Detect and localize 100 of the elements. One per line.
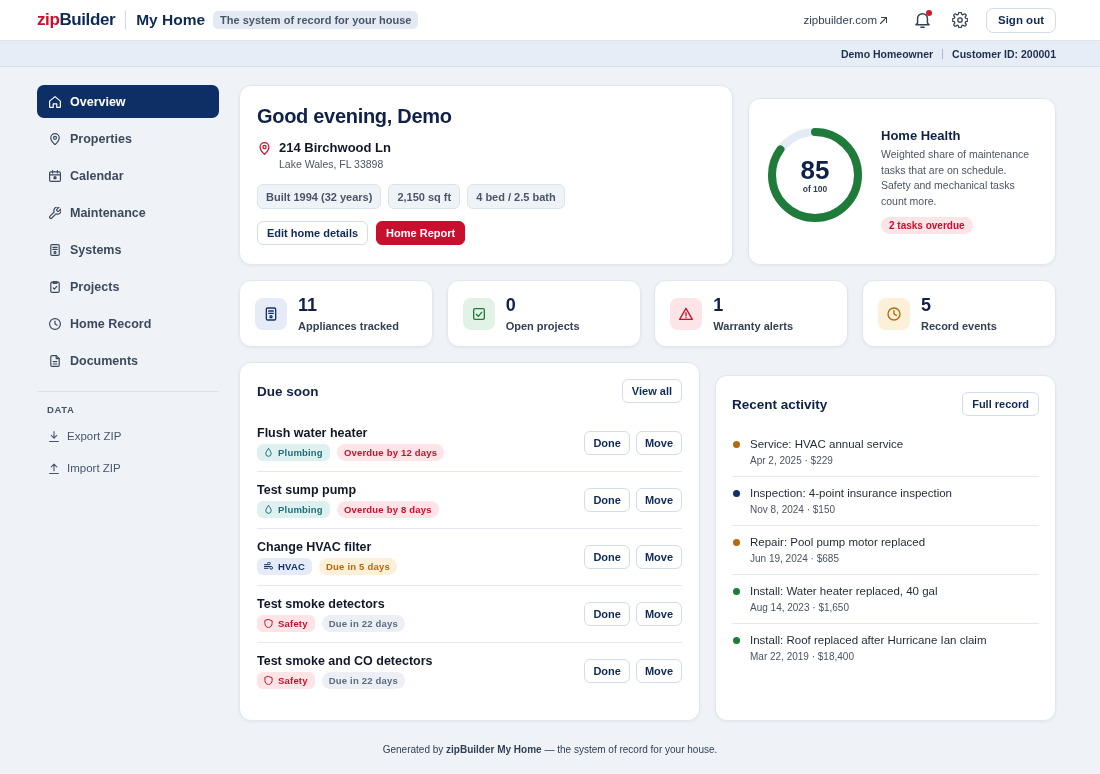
drop-icon (264, 448, 273, 457)
task-title: Test smoke and CO detectors (257, 653, 433, 670)
stat-label: Appliances tracked (298, 319, 399, 333)
done-button[interactable]: Done (584, 487, 630, 512)
wind-icon (264, 562, 273, 571)
shield-icon (264, 676, 273, 685)
done-button[interactable]: Done (584, 601, 630, 626)
task-title: Test smoke detectors (257, 596, 386, 613)
stat-value: 1 (713, 294, 725, 316)
nav-item[interactable]: Documents (37, 344, 219, 377)
score-scale: of 100 (802, 183, 828, 195)
activity-title: Service: HVAC annual service (750, 437, 904, 452)
download-icon (49, 430, 59, 442)
category-label: Plumbing (278, 504, 323, 515)
health-description: Weighted share of maintenance tasks that are on schedule. Safety and mechanical tasks count more. (881, 147, 1031, 209)
greeting-title: Good evening, Demo (257, 104, 453, 128)
stat-label: Record events (920, 319, 997, 333)
activity-detail: Aug 14, 2023 · $1,650 (750, 601, 850, 615)
overdue-badge: 2 tasks overdue (881, 217, 973, 234)
wrench-icon (49, 206, 61, 219)
move-button[interactable]: Move (635, 544, 682, 569)
fact-chip: 4 bed / 2.5 bath (467, 184, 565, 209)
external-link-icon (880, 16, 887, 24)
stat-label: Open projects (505, 319, 580, 333)
drop-icon (264, 505, 273, 514)
document-icon (49, 354, 61, 367)
category-label: Safety (278, 618, 308, 629)
status-badge: Due in 22 days (321, 672, 406, 689)
site-link[interactable]: zipbuilder.com (803, 14, 887, 26)
nav-item[interactable]: Properties (37, 122, 219, 155)
card-title: Due soon (257, 383, 319, 399)
move-button[interactable]: Move (635, 658, 682, 683)
clock-icon (877, 297, 910, 330)
report-button[interactable]: Home Report (376, 221, 466, 245)
activity-title: Inspection: 4-point insurance inspection (750, 486, 952, 501)
nav-item[interactable]: Calendar (37, 159, 219, 192)
edit-details-button[interactable]: Edit home details (257, 221, 369, 245)
account-name: Demo Homeowner (840, 47, 934, 60)
shield-icon (264, 619, 273, 628)
map-pin-icon (49, 132, 61, 145)
category-label: Plumbing (278, 447, 323, 458)
section-label: DATA (46, 404, 76, 415)
category-label: HVAC (278, 561, 305, 572)
nav-item[interactable]: Home Record (37, 307, 219, 340)
move-button[interactable]: Move (635, 487, 682, 512)
task-title: Test sump pump (257, 482, 358, 499)
nav-item[interactable]: Systems (37, 233, 219, 266)
appliance-icon (49, 243, 61, 256)
move-button[interactable]: Move (635, 601, 682, 626)
nav-item[interactable]: Projects (37, 270, 219, 303)
category-label: Safety (278, 675, 308, 686)
done-button[interactable]: Done (584, 430, 630, 455)
sign-out-button[interactable]: Sign out (986, 7, 1056, 33)
map-pin-icon (259, 142, 270, 155)
tagline-chip: The system of record for your house (213, 11, 419, 29)
view-all-button[interactable]: View all (621, 379, 682, 403)
health-title: Home Health (881, 127, 961, 144)
activity-detail: Nov 8, 2024 · $150 (750, 503, 837, 517)
stat-value: 11 (298, 294, 319, 316)
move-button[interactable]: Move (635, 430, 682, 455)
home-icon (49, 95, 61, 108)
full-record-button[interactable]: Full record (962, 392, 1039, 416)
task-title: Change HVAC filter (257, 539, 373, 556)
done-button[interactable]: Done (584, 658, 630, 683)
status-badge: Overdue by 12 days (336, 444, 445, 461)
activity-title: Install: Roof replaced after Hurricane Ian claim (750, 633, 987, 648)
stat-label: Warranty alerts (713, 319, 793, 333)
warning-icon (670, 297, 703, 330)
stat-value: 0 (505, 294, 517, 316)
health-score: 85 (800, 155, 830, 184)
upload-icon (49, 462, 59, 474)
data-link[interactable]: Export ZIP (37, 424, 219, 448)
calendar-icon (49, 169, 61, 182)
task-title: Flush water heater (257, 425, 369, 442)
footer-note: Generated by zipBuilder My Home — the system of record for your house. (381, 743, 719, 757)
status-badge: Due in 5 days (319, 558, 397, 575)
status-badge: Due in 22 days (321, 615, 406, 632)
card-title: Recent activity (732, 396, 828, 412)
activity-detail: Jun 19, 2024 · $685 (750, 552, 840, 566)
activity-title: Repair: Pool pump motor replaced (750, 535, 926, 550)
logo: zipBuilder (37, 10, 116, 30)
fact-chip: 2,150 sq ft (388, 184, 461, 209)
data-link[interactable]: Import ZIP (37, 456, 219, 480)
bell-icon[interactable] (915, 12, 930, 28)
appliance-icon (255, 297, 287, 330)
nav-item[interactable]: Maintenance (37, 196, 219, 229)
settings-icon[interactable] (952, 12, 968, 28)
nav-item[interactable]: Overview (37, 85, 219, 118)
activity-detail: Mar 22, 2019 · $18,400 (750, 650, 855, 664)
street-address: 214 Birchwood Ln (279, 139, 391, 157)
fact-chip: Built 1994 (32 years) (257, 184, 382, 209)
stat-value: 5 (920, 294, 932, 316)
clipboard-check-icon (49, 280, 61, 293)
activity-title: Install: Water heater replaced, 40 gal (750, 584, 938, 599)
clock-icon (49, 317, 61, 330)
check-square-icon (462, 297, 495, 330)
status-badge: Overdue by 8 days (336, 501, 439, 518)
customer-id: Customer ID: 200001 (952, 47, 1056, 60)
app-title: My Home (136, 11, 206, 29)
done-button[interactable]: Done (584, 544, 630, 569)
